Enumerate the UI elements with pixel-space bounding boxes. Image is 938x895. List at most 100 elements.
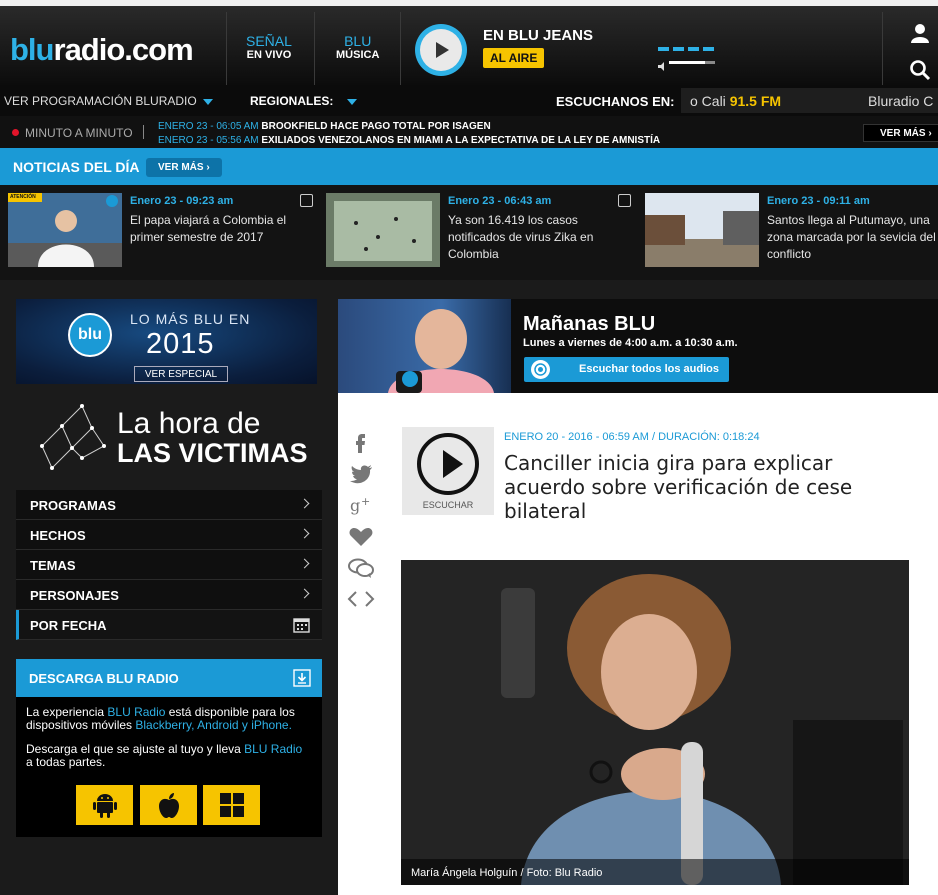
city-selector[interactable]: o Cali 91.5 FM Bluradio C	[681, 88, 938, 113]
live-play-button[interactable]	[415, 24, 467, 76]
blu-radio-link[interactable]: BLU Radio	[107, 705, 165, 719]
host-photo	[338, 299, 511, 393]
apple-icon	[158, 793, 179, 818]
sidebar-item-hechos[interactable]: HECHOS	[16, 520, 322, 550]
embed-code-icon[interactable]	[346, 588, 376, 610]
caret-down-icon	[347, 98, 358, 105]
search-icon[interactable]	[909, 59, 931, 81]
ticker-item[interactable]: ENERO 23 - 06:05 AM BROOKFIELD HACE PAGO…	[158, 121, 491, 132]
podcast-icon	[531, 360, 550, 379]
now-playing-title: EN BLU JEANS	[483, 27, 594, 44]
divider	[400, 12, 401, 91]
sidebar-item-personajes[interactable]: PERSONAJES	[16, 580, 322, 610]
blu-logo: blu	[68, 313, 112, 357]
photo-caption: María Ángela Holguín / Foto: Blu Radio	[401, 859, 909, 885]
banner-la-hora-de-las-victimas[interactable]: La hora de LAS VICTIMAS	[16, 394, 319, 478]
ticker-label: MINUTO A MINUTO	[25, 126, 133, 140]
ticker-item[interactable]: ENERO 23 - 05:56 AM EXILIADOS VENEZOLANO…	[158, 135, 660, 146]
secondary-bar: VER PROGRAMACIÓN BLURADIO REGIONALES: ES…	[0, 85, 938, 116]
constellation-icon	[40, 404, 106, 470]
noticias-list: ATENCIÓN Enero 23 - 09:23 am El papa via…	[0, 185, 938, 280]
banner-lo-mas-blu-2015[interactable]: blu LO MÁS BLU EN 2015 VER ESPECIAL	[16, 299, 317, 384]
programacion-dropdown[interactable]: VER PROGRAMACIÓN BLURADIO	[4, 94, 213, 108]
show-schedule: Lunes a viernes de 4:00 a.m. a 10:30 a.m…	[523, 337, 738, 349]
news-card[interactable]: Enero 23 - 09:11 am Santos llega al Putu…	[637, 185, 938, 280]
android-download-button[interactable]	[76, 785, 133, 825]
noticias-bar: NOTICIAS DEL DÍA VER MÁS ›	[0, 148, 938, 185]
chevron-right-icon	[299, 558, 310, 569]
sidebar-item-temas[interactable]: TEMAS	[16, 550, 322, 580]
windows-download-button[interactable]	[203, 785, 260, 825]
listen-all-audios-button[interactable]: Escuchar todos los audios	[524, 357, 729, 382]
social-share-bar: g +	[346, 431, 376, 619]
listen-audio-button[interactable]: ESCUCHAR	[402, 427, 494, 515]
windows-icon	[219, 793, 244, 817]
calendar-icon	[293, 618, 310, 633]
download-icon[interactable]	[293, 669, 311, 687]
user-icon[interactable]	[909, 22, 931, 44]
divider	[882, 12, 883, 91]
news-headline[interactable]: El papa viajará a Colombia el primer sem…	[130, 212, 308, 246]
google-plus-icon[interactable]: g +	[346, 493, 376, 517]
play-icon	[417, 433, 479, 495]
nav-blu-musica[interactable]: BLU MÚSICA	[336, 34, 379, 62]
article-meta: ENERO 20 - 2016 - 06:59 AM / DURACIÓN: 0…	[504, 431, 760, 443]
news-ticker: MINUTO A MINUTO ENERO 23 - 06:05 AM BROO…	[0, 116, 938, 148]
top-header: bluradio.com SEÑAL EN VIVO BLU MÚSICA EN…	[0, 0, 938, 91]
news-thumbnail[interactable]	[8, 193, 122, 267]
android-icon	[92, 794, 117, 818]
divider	[314, 12, 315, 91]
regionales-dropdown[interactable]: REGIONALES:	[250, 94, 358, 108]
escuchanos-label: ESCUCHANOS EN:	[556, 94, 675, 109]
noticias-more-button[interactable]: VER MÁS ›	[146, 158, 222, 177]
divider	[143, 125, 144, 139]
volume-icon	[658, 62, 664, 71]
news-card[interactable]: Enero 23 - 06:43 am Ya son 16.419 los ca…	[318, 185, 636, 280]
article: g + ESCUCHAR ENERO 20 - 2016 - 06:59 AM /…	[338, 393, 938, 895]
apple-download-button[interactable]	[140, 785, 197, 825]
svg-text:g: g	[350, 496, 360, 515]
news-date: Enero 23 - 09:11 am	[767, 195, 870, 207]
blu-radio-link[interactable]: BLU Radio	[244, 742, 302, 756]
show-banner: Mañanas BLU Lunes a viernes de 4:00 a.m.…	[338, 299, 938, 393]
live-badge: AL AIRE	[483, 48, 545, 68]
news-thumbnail[interactable]	[326, 193, 440, 267]
sidebar-menu: PROGRAMAS HECHOS TEMAS PERSONAJES POR FE…	[16, 490, 322, 640]
news-headline[interactable]: Santos llega al Putumayo, una zona marca…	[767, 212, 938, 263]
sidebar-item-programas[interactable]: PROGRAMAS	[16, 490, 322, 520]
chevron-right-icon: ›	[928, 128, 932, 139]
svg-text:+: +	[361, 495, 370, 508]
download-header: DESCARGA BLU RADIO	[16, 659, 322, 697]
attention-badge: ATENCIÓN	[10, 194, 36, 200]
share-icon[interactable]	[618, 194, 631, 207]
chevron-right-icon	[299, 498, 310, 509]
heart-icon[interactable]	[346, 526, 376, 548]
ver-especial-button[interactable]: VER ESPECIAL	[134, 366, 228, 382]
play-icon	[436, 42, 449, 58]
article-title[interactable]: Canciller inicia gira para explicar acue…	[504, 451, 914, 523]
chevron-right-icon	[299, 588, 310, 599]
ticker-more-button[interactable]: VER MÁS ›	[863, 124, 938, 142]
article-photo	[401, 560, 909, 885]
live-dot-icon	[12, 129, 19, 136]
equalizer	[658, 47, 714, 51]
comments-icon[interactable]	[346, 557, 376, 579]
facebook-icon[interactable]	[346, 431, 376, 453]
divider	[226, 12, 227, 91]
news-card[interactable]: ATENCIÓN Enero 23 - 09:23 am El papa via…	[0, 185, 318, 280]
noticias-title: NOTICIAS DEL DÍA	[13, 159, 140, 175]
news-date: Enero 23 - 09:23 am	[130, 195, 234, 207]
caret-down-icon	[202, 98, 213, 105]
chevron-right-icon: ›	[206, 162, 210, 173]
news-date: Enero 23 - 06:43 am	[448, 195, 552, 207]
nav-senal-en-vivo[interactable]: SEÑAL EN VIVO	[246, 34, 292, 62]
sidebar-item-por-fecha[interactable]: POR FECHA	[16, 610, 322, 640]
twitter-icon[interactable]	[346, 462, 376, 484]
share-icon[interactable]	[300, 194, 313, 207]
chevron-right-icon	[299, 528, 310, 539]
devices-link[interactable]: Blackberry, Android y iPhone.	[135, 718, 292, 732]
news-headline[interactable]: Ya son 16.419 los casos notificados de v…	[448, 212, 626, 263]
site-logo[interactable]: bluradio.com	[10, 32, 194, 68]
volume-slider[interactable]	[658, 58, 715, 76]
news-thumbnail[interactable]	[645, 193, 759, 267]
